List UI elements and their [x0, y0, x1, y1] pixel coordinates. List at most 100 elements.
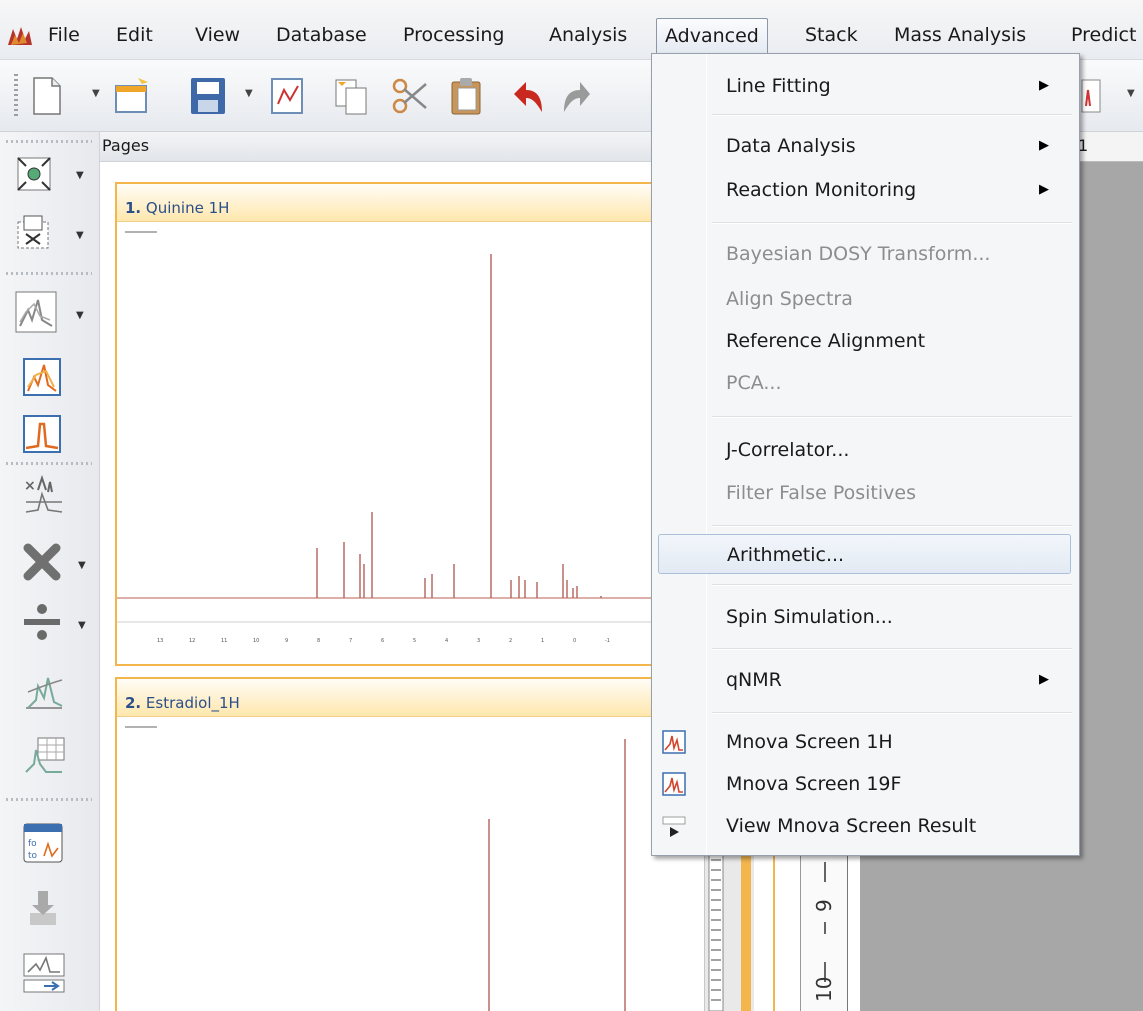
menu-item-qnmr[interactable]: qNMR ▶ [652, 660, 1079, 700]
menu-separator [712, 525, 1072, 527]
menu-item-pca[interactable]: PCA... [652, 363, 1079, 403]
menu-item-label: Mnova Screen 1H [726, 731, 893, 753]
menu-separator [712, 416, 1072, 418]
menu-processing[interactable]: Processing [395, 18, 512, 54]
menu-file[interactable]: File [40, 18, 88, 54]
menu-item-label: Line Fitting [726, 75, 831, 97]
undo-icon[interactable] [512, 76, 552, 116]
svg-text:6: 6 [381, 638, 384, 644]
menu-item-label: Arithmetic... [727, 544, 845, 566]
select-zoom-icon[interactable] [14, 154, 54, 194]
svg-text:1: 1 [541, 638, 544, 644]
svg-text:11: 11 [221, 638, 227, 644]
save-dropdown-arrow[interactable]: ▼ [245, 88, 253, 99]
zoom-dropdown-arrow[interactable]: ▼ [76, 170, 84, 181]
menu-separator [712, 712, 1072, 714]
menu-item-label: PCA... [726, 372, 782, 394]
menu-item-spin-simulation[interactable]: Spin Simulation... [652, 597, 1079, 637]
svg-text:8: 8 [317, 638, 320, 644]
menu-item-filter-false-positives[interactable]: Filter False Positives [652, 473, 1079, 513]
menu-edit[interactable]: Edit [108, 18, 161, 54]
menu-item-bayesian-dosy[interactable]: Bayesian DOSY Transform... [652, 234, 1079, 274]
menu-item-label: View Mnova Screen Result [726, 815, 977, 837]
menu-analysis[interactable]: Analysis [541, 18, 635, 54]
menu-item-label: Mnova Screen 19F [726, 773, 902, 795]
menu-item-mnova-screen-19f[interactable]: Mnova Screen 19F [652, 764, 1079, 804]
svg-text:0: 0 [573, 638, 576, 644]
copy-icon[interactable] [332, 76, 372, 116]
menu-item-label: Reaction Monitoring [726, 179, 917, 201]
divide-dropdown-arrow[interactable]: ▼ [78, 620, 86, 631]
menu-mass-analysis[interactable]: Mass Analysis [886, 18, 1034, 54]
spectrum-icon [662, 772, 686, 796]
submenu-arrow-icon: ▶ [1039, 672, 1049, 687]
delete-dropdown-arrow[interactable]: ▼ [78, 560, 86, 571]
menu-separator [712, 584, 1072, 586]
menu-item-label: Reference Alignment [726, 330, 926, 352]
toolbar-separator [6, 798, 92, 801]
menu-advanced[interactable]: Advanced [656, 18, 768, 54]
menu-item-mnova-screen-1h[interactable]: Mnova Screen 1H [652, 722, 1079, 762]
redo-icon[interactable] [560, 76, 590, 116]
svg-text:to: to [28, 851, 38, 861]
delete-x-icon[interactable] [20, 542, 64, 582]
svg-text:9: 9 [285, 638, 288, 644]
menu-item-label: qNMR [726, 669, 782, 691]
integration-curve-icon[interactable] [22, 672, 66, 716]
advanced-menu-dropdown: Line Fitting ▶ Data Analysis ▶ Reaction … [651, 53, 1080, 856]
mnova-logo-icon [8, 27, 32, 45]
save-icon[interactable] [188, 76, 230, 116]
menu-separator [712, 114, 1072, 116]
menu-item-reference-alignment[interactable]: Reference Alignment [652, 321, 1079, 361]
toolbar-grip[interactable] [14, 74, 18, 118]
crop-region-icon[interactable] [14, 212, 54, 252]
paste-icon[interactable] [446, 76, 486, 116]
toolbar-separator [6, 462, 92, 465]
menu-item-align-spectra[interactable]: Align Spectra [652, 279, 1079, 319]
horizontal-ruler: 1 [1074, 132, 1143, 162]
menubar: File Edit View Database Processing Analy… [0, 0, 1143, 60]
single-peak-icon[interactable] [22, 414, 62, 454]
menu-item-j-correlator[interactable]: J-Correlator... [652, 430, 1079, 470]
multiply-spectra-icon[interactable]: × [22, 474, 66, 518]
svg-text:12: 12 [189, 638, 195, 644]
toolbar-separator [6, 140, 92, 143]
stacked-spectra-icon[interactable] [14, 290, 58, 334]
cut-icon[interactable] [390, 76, 430, 116]
menu-item-line-fitting[interactable]: Line Fitting ▶ [652, 66, 1079, 106]
toolbar-separator [6, 272, 92, 275]
page-number: 2. [125, 694, 142, 712]
menu-predict[interactable]: Predict [1063, 18, 1143, 54]
menu-stack[interactable]: Stack [797, 18, 866, 54]
submenu-arrow-icon: ▶ [1039, 78, 1049, 93]
menu-item-data-analysis[interactable]: Data Analysis ▶ [652, 126, 1079, 166]
export-icon[interactable] [268, 76, 308, 116]
menu-item-view-mnova-screen-result[interactable]: View Mnova Screen Result [652, 806, 1079, 846]
view-result-icon [662, 816, 686, 837]
divide-icon[interactable] [20, 602, 64, 642]
report-window-icon[interactable]: fo to [22, 822, 64, 864]
submenu-arrow-icon: ▶ [1039, 138, 1049, 153]
new-document-icon[interactable] [30, 76, 64, 116]
open-document-icon[interactable] [112, 76, 154, 116]
svg-text:-1: -1 [605, 638, 610, 644]
menu-item-label: Spin Simulation... [726, 606, 893, 628]
menu-item-reaction-monitoring[interactable]: Reaction Monitoring ▶ [652, 170, 1079, 210]
import-stack-icon[interactable] [26, 887, 60, 927]
toolbar-partial-icon[interactable] [1080, 76, 1120, 116]
menu-item-arithmetic[interactable]: Arithmetic... [658, 534, 1071, 574]
table-spectrum-icon[interactable] [22, 734, 66, 778]
crop-dropdown-arrow[interactable]: ▼ [76, 230, 84, 241]
svg-text:5: 5 [413, 638, 416, 644]
svg-text:3: 3 [477, 638, 480, 644]
stacked-colored-spectra-icon[interactable] [22, 357, 62, 397]
partial-dropdown-arrow[interactable]: ▼ [1127, 88, 1135, 99]
menu-database[interactable]: Database [268, 18, 375, 54]
spectrum-arrow-icon[interactable] [22, 950, 66, 994]
menu-view[interactable]: View [187, 18, 248, 54]
page-title: Quinine 1H [145, 199, 230, 217]
new-dropdown-arrow[interactable]: ▼ [92, 88, 100, 99]
page-title: Estradiol_1H [145, 694, 240, 712]
stack-dropdown-arrow[interactable]: ▼ [76, 310, 84, 321]
submenu-arrow-icon: ▶ [1039, 182, 1049, 197]
